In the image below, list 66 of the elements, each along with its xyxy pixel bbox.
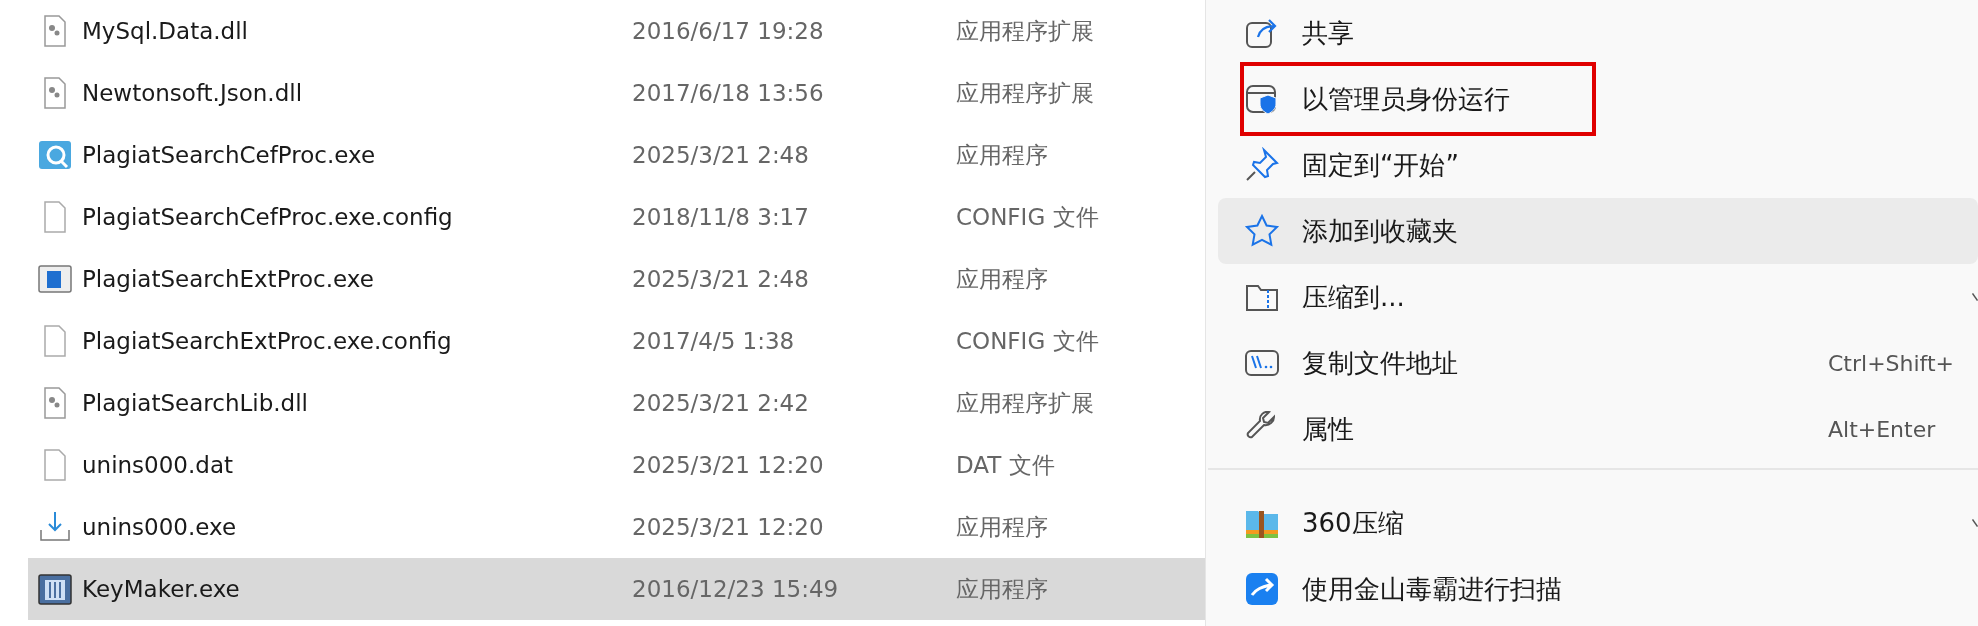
- file-name: unins000.exe: [82, 512, 238, 542]
- file-row[interactable]: PlagiatSearchCefProc.exe 2025/3/21 2:48 应用程序: [28, 124, 1205, 186]
- file-name: MySql.Data.dll: [82, 16, 249, 46]
- menu-item[interactable]: 压缩到...: [1218, 264, 1978, 330]
- menu-label: 360压缩: [1302, 506, 1404, 540]
- download-icon: [38, 510, 72, 544]
- file-type: CONFIG 文件: [956, 202, 1099, 232]
- menu-item[interactable]: 添加到收藏夹: [1218, 198, 1978, 264]
- file-type: 应用程序: [956, 264, 1048, 294]
- menu-label: 以管理员身份运行: [1302, 82, 1510, 116]
- file-name: KeyMaker.exe: [82, 574, 241, 604]
- star-icon: [1244, 213, 1280, 249]
- shortcut-text: Alt+Enter: [1828, 415, 1936, 444]
- modified-date: 2018/11/8 3:17: [632, 202, 810, 232]
- file-name: PlagiatSearchExtProc.exe: [82, 264, 375, 294]
- menu-label: 共享: [1302, 16, 1354, 50]
- file-type: CONFIG 文件: [956, 326, 1099, 356]
- modified-date: 2017/4/5 1:38: [632, 326, 796, 356]
- menu-label: 复制文件地址: [1302, 346, 1458, 380]
- menu-item[interactable]: 360压缩: [1218, 490, 1978, 556]
- file-row[interactable]: PlagiatSearchCefProc.exe.config 2018/11/8 3:17 CONFIG 文件: [28, 186, 1205, 248]
- modified-date: 2016/6/17 19:28: [632, 16, 825, 46]
- menu-label: 属性: [1302, 412, 1354, 446]
- file-type: DAT 文件: [956, 450, 1055, 480]
- modified-date: 2025/3/21 12:20: [632, 450, 825, 480]
- menu-label: 添加到收藏夹: [1302, 214, 1458, 248]
- menu-item[interactable]: 共享: [1218, 0, 1978, 66]
- file-row[interactable]: PlagiatSearchExtProc.exe 2025/3/21 2:48 应用程序: [28, 248, 1205, 310]
- file-name: unins000.dat: [82, 450, 235, 480]
- modified-date: 2025/3/21 2:48: [632, 140, 810, 170]
- file-row[interactable]: Newtonsoft.Json.dll 2017/6/18 13:56 应用程序扩展: [28, 62, 1205, 124]
- magnifier-icon: [38, 138, 72, 172]
- menu-label: 压缩到...: [1302, 280, 1405, 314]
- file-type: 应用程序: [956, 140, 1048, 170]
- file-row[interactable]: unins000.exe 2025/3/21 12:20 应用程序: [28, 496, 1205, 558]
- file-name: PlagiatSearchExtProc.exe.config: [82, 326, 453, 356]
- file-row[interactable]: MySql.Data.dll 2016/6/17 19:28 应用程序扩展: [28, 0, 1205, 62]
- window-icon: [38, 262, 72, 296]
- file-row[interactable]: PlagiatSearchExtProc.exe.config 2017/4/5 1:38 CONFIG 文件: [28, 310, 1205, 372]
- file-name: PlagiatSearchLib.dll: [82, 388, 309, 418]
- file-name: PlagiatSearchCefProc.exe.config: [82, 202, 454, 232]
- file-type: 应用程序扩展: [956, 388, 1094, 418]
- shortcut-text: Ctrl+Shift+: [1828, 349, 1955, 378]
- pin-icon: [1244, 147, 1280, 183]
- menu-item[interactable]: 以管理员身份运行: [1218, 66, 1978, 132]
- modified-date: 2025/3/21 2:48: [632, 264, 810, 294]
- menu-label: 使用金山毒霸进行扫描: [1302, 572, 1562, 606]
- file-type: 应用程序扩展: [956, 78, 1094, 108]
- menu-item[interactable]: 固定到“开始”: [1218, 132, 1978, 198]
- modified-date: 2025/3/21 12:20: [632, 512, 825, 542]
- file-name: Newtonsoft.Json.dll: [82, 78, 304, 108]
- file-type: 应用程序: [956, 512, 1048, 542]
- file-row[interactable]: KeyMaker.exe 2016/12/23 15:49 应用程序: [28, 558, 1205, 620]
- menu-item[interactable]: 使用金山毒霸进行扫描: [1218, 556, 1978, 622]
- file-type: 应用程序: [956, 574, 1048, 604]
- file-row[interactable]: PlagiatSearchLib.dll 2025/3/21 2:42 应用程序扩展: [28, 372, 1205, 434]
- file-row[interactable]: unins000.dat 2025/3/21 12:20 DAT 文件: [28, 434, 1205, 496]
- modified-date: 2016/12/23 15:49: [632, 574, 840, 604]
- menu-label: 固定到“开始”: [1302, 148, 1459, 182]
- modified-date: 2017/6/18 13:56: [632, 78, 825, 108]
- modified-date: 2025/3/21 2:42: [632, 388, 810, 418]
- menu-item[interactable]: 属性 Alt+Enter: [1218, 396, 1978, 462]
- menu-item[interactable]: 复制文件地址 Ctrl+Shift+: [1218, 330, 1978, 396]
- window-icon: [38, 572, 72, 606]
- file-type: 应用程序扩展: [956, 16, 1094, 46]
- file-name: PlagiatSearchCefProc.exe: [82, 140, 377, 170]
